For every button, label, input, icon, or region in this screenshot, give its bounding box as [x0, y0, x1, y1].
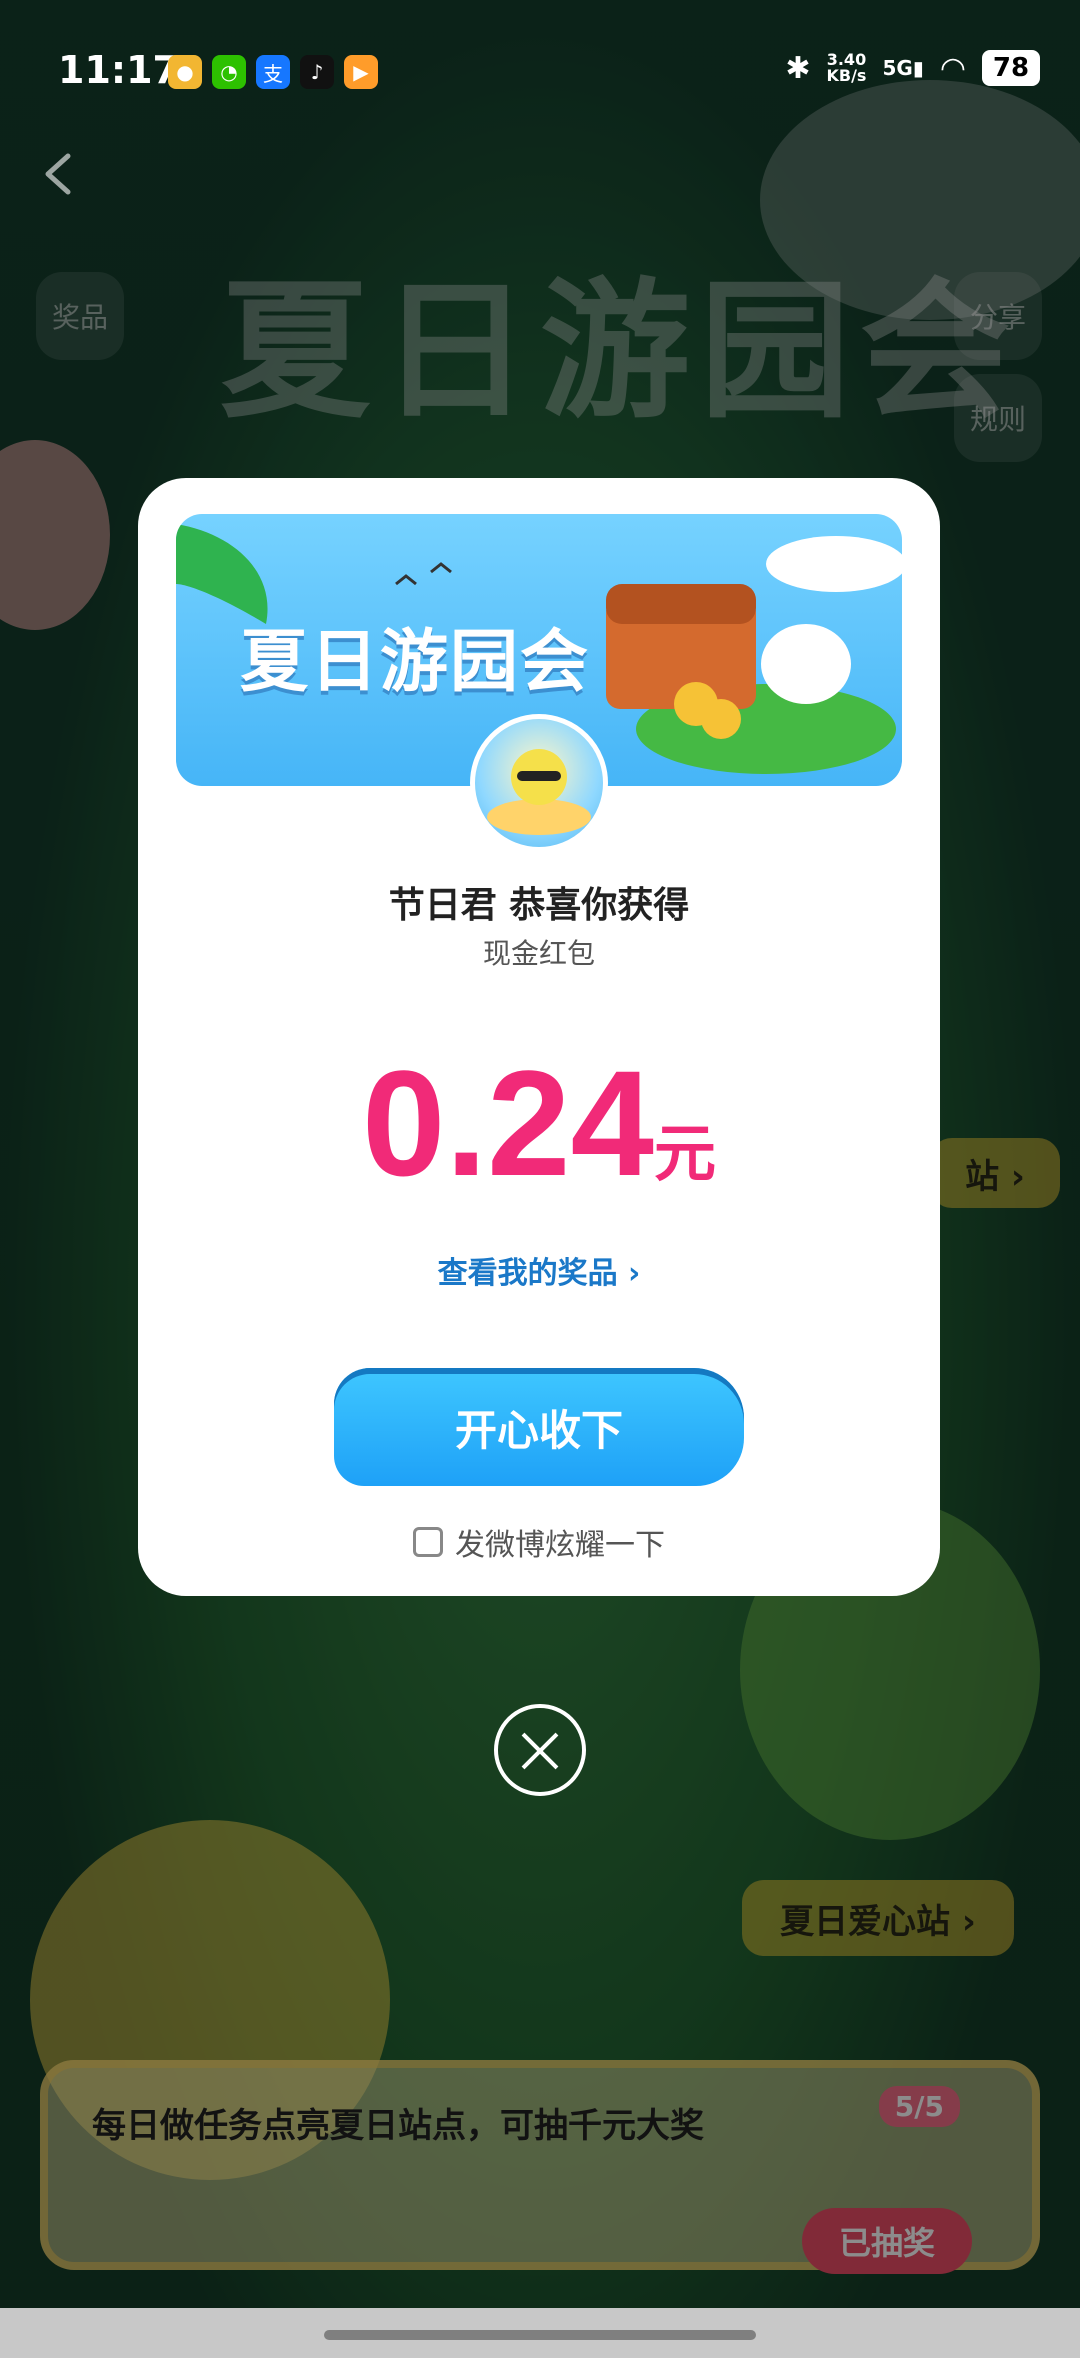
wifi-icon: ◠	[939, 50, 966, 86]
prize-modal: 夏日游园会 节日君 恭喜你获得 现金红包 0.24元 查看我的奖品 › 开心收下…	[138, 478, 940, 1596]
share-checkbox[interactable]	[413, 1527, 443, 1557]
view-my-prizes-link[interactable]: 查看我的奖品 ›	[138, 1248, 940, 1292]
share-label: 发微博炫耀一下	[455, 1528, 665, 1563]
share-weibo-option[interactable]: 发微博炫耀一下	[138, 1520, 940, 1564]
weibo-icon: ●	[168, 55, 202, 89]
network-speed: 3.40 KB/s	[826, 50, 867, 85]
prize-type: 现金红包	[482, 937, 595, 970]
notification-icons: ● ◔ 支 ♪ ▶	[168, 55, 378, 89]
accept-button[interactable]: 开心收下	[334, 1368, 744, 1486]
video-app-icon: ▶	[344, 55, 378, 89]
congrats-title: 节日君 恭喜你获得	[388, 885, 690, 926]
status-time: 11:17	[58, 48, 179, 92]
prize-amount: 0.24元	[138, 1048, 940, 1198]
bluetooth-icon: ✱	[785, 50, 811, 86]
avatar	[470, 714, 608, 852]
tiktok-icon: ♪	[300, 55, 334, 89]
status-bar: 11:17 ● ◔ 支 ♪ ▶ ✱ 3.40 KB/s 5G▮ ◠ 78	[0, 0, 1080, 140]
navigation-bar	[0, 2308, 1080, 2358]
back-arrow-icon[interactable]	[36, 150, 84, 198]
avatar-illustration	[487, 749, 591, 835]
alipay-icon: 支	[256, 55, 290, 89]
system-icons: ✱ 3.40 KB/s 5G▮ ◠ 78	[785, 50, 1040, 86]
banner-title: 夏日游园会	[240, 623, 591, 702]
close-icon[interactable]	[494, 1704, 586, 1796]
home-indicator[interactable]	[324, 2330, 756, 2340]
battery-icon: 78	[982, 50, 1040, 86]
amount-unit: 元	[653, 1117, 716, 1190]
signal-icon: 5G▮	[882, 56, 924, 80]
wechat-icon: ◔	[212, 55, 246, 89]
amount-value: 0.24	[362, 1039, 654, 1207]
